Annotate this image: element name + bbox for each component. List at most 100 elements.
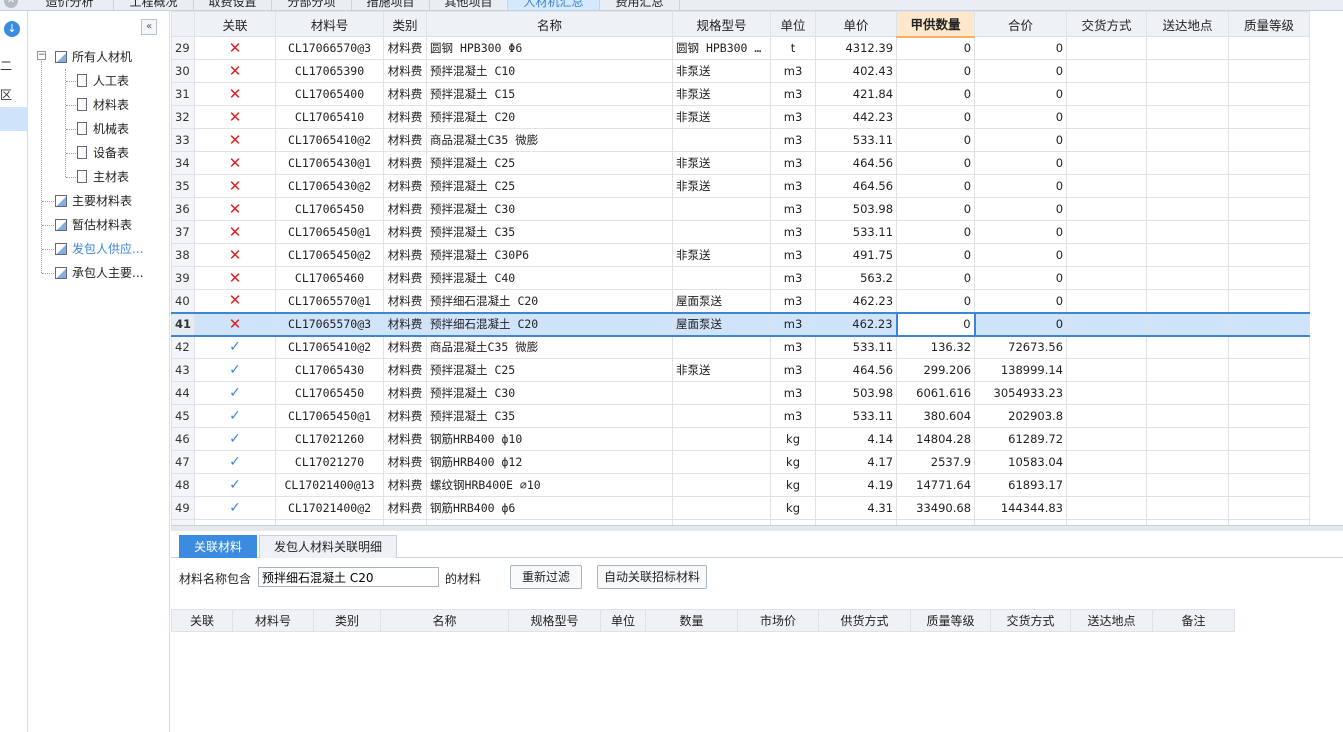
category-cell[interactable]: 材料费 bbox=[383, 243, 428, 267]
link-cell[interactable]: ✕ bbox=[194, 105, 277, 129]
delivery-place-cell[interactable] bbox=[1146, 473, 1230, 497]
row-number[interactable]: 39 bbox=[171, 266, 196, 290]
spec-cell[interactable]: 非泵送 bbox=[672, 174, 772, 198]
lower-col-header[interactable]: 送达地点 bbox=[1070, 609, 1153, 632]
supplied-qty-cell[interactable]: 0 bbox=[896, 105, 976, 129]
price-cell[interactable]: 464.56 bbox=[815, 151, 898, 175]
delivery-method-cell[interactable] bbox=[1066, 105, 1148, 129]
code-cell[interactable]: CL17065450@1 bbox=[275, 220, 385, 244]
total-cell[interactable]: 0 bbox=[974, 36, 1068, 60]
price-cell[interactable]: 533.11 bbox=[815, 404, 898, 428]
row-number[interactable]: 43 bbox=[171, 358, 196, 382]
delivery-place-cell[interactable] bbox=[1146, 59, 1230, 83]
delivery-method-cell[interactable] bbox=[1066, 151, 1148, 175]
unit-cell[interactable]: m3 bbox=[770, 335, 817, 359]
unlinked-x-icon[interactable]: ✕ bbox=[229, 315, 242, 333]
link-cell[interactable]: ✕ bbox=[194, 82, 277, 106]
link-cell[interactable]: ✓ bbox=[194, 358, 277, 382]
unlinked-x-icon[interactable]: ✕ bbox=[229, 108, 242, 126]
quality-cell[interactable] bbox=[1228, 381, 1311, 405]
quality-cell[interactable] bbox=[1228, 427, 1311, 451]
delivery-method-cell[interactable] bbox=[1066, 220, 1148, 244]
delivery-place-cell[interactable] bbox=[1146, 450, 1230, 474]
table-row[interactable]: 35 ✕ CL17065430@2 材料费 预拌混凝土 C25 非泵送 m3 464.56 0 0 bbox=[171, 174, 1311, 198]
category-cell[interactable]: 材料费 bbox=[383, 105, 428, 129]
spec-cell[interactable]: 非泵送 bbox=[672, 59, 772, 83]
supplied-qty-cell[interactable]: 0 bbox=[896, 266, 976, 290]
supplied-qty-cell[interactable]: 14771.64 bbox=[896, 473, 976, 497]
code-cell[interactable]: CL17021270 bbox=[275, 450, 385, 474]
table-row[interactable]: 33 ✕ CL17065410@2 材料费 商品混凝土C35 微膨 m3 533.11 0 0 bbox=[171, 128, 1311, 152]
lower-col-header[interactable]: 质量等级 bbox=[910, 609, 991, 632]
code-cell[interactable]: CL17066570@3 bbox=[275, 36, 385, 60]
total-cell[interactable]: 0 bbox=[974, 105, 1068, 129]
quality-cell[interactable] bbox=[1228, 36, 1311, 60]
spec-cell[interactable]: 非泵送 bbox=[672, 243, 772, 267]
tree-node-equipment[interactable]: 设备表 bbox=[77, 142, 129, 164]
quality-cell[interactable] bbox=[1228, 105, 1311, 129]
delivery-place-cell[interactable] bbox=[1146, 128, 1230, 152]
name-cell[interactable]: 预拌混凝土 C35 bbox=[426, 220, 674, 244]
delivery-method-cell[interactable] bbox=[1066, 266, 1148, 290]
table-row[interactable]: 34 ✕ CL17065430@1 材料费 预拌混凝土 C25 非泵送 m3 464.56 0 0 bbox=[171, 151, 1311, 175]
lower-col-header[interactable]: 规格型号 bbox=[508, 609, 601, 632]
table-row[interactable]: 45 ✓ CL17065450@1 材料费 预拌混凝土 C35 m3 533.11 380.6… bbox=[171, 404, 1311, 428]
code-cell[interactable]: CL17065450 bbox=[275, 381, 385, 405]
left-strip-selected[interactable] bbox=[0, 107, 28, 131]
category-cell[interactable]: 材料费 bbox=[383, 358, 428, 382]
tab-cost-analysis[interactable]: 造价分析 bbox=[26, 0, 114, 10]
link-cell[interactable]: ✕ bbox=[194, 59, 277, 83]
supplied-qty-cell[interactable]: 0 bbox=[896, 59, 976, 83]
unit-cell[interactable]: m3 bbox=[770, 311, 817, 337]
quality-cell[interactable] bbox=[1228, 311, 1311, 337]
code-cell[interactable]: CL17065430@2 bbox=[275, 174, 385, 198]
spec-cell[interactable] bbox=[672, 220, 772, 244]
price-cell[interactable]: 503.98 bbox=[815, 381, 898, 405]
supplied-qty-cell[interactable]: 0 bbox=[896, 82, 976, 106]
code-cell[interactable]: CL17021260 bbox=[275, 427, 385, 451]
col-header-quality[interactable]: 质量等级 bbox=[1228, 11, 1311, 37]
table-row[interactable]: 31 ✕ CL17065400 材料费 预拌混凝土 C15 非泵送 m3 421.84 0 0 bbox=[171, 82, 1311, 106]
tab-project-overview[interactable]: 工程概况 bbox=[114, 0, 194, 10]
total-cell[interactable]: 138999.14 bbox=[974, 358, 1068, 382]
quality-cell[interactable] bbox=[1228, 358, 1311, 382]
spec-cell[interactable] bbox=[672, 128, 772, 152]
price-cell[interactable]: 533.11 bbox=[815, 335, 898, 359]
row-number[interactable]: 49 bbox=[171, 496, 196, 520]
total-cell[interactable]: 0 bbox=[974, 266, 1068, 290]
supplied-qty-cell[interactable]: 299.206 bbox=[896, 358, 976, 382]
price-cell[interactable]: 563.2 bbox=[815, 266, 898, 290]
quality-cell[interactable] bbox=[1228, 450, 1311, 474]
price-cell[interactable]: 4312.39 bbox=[815, 36, 898, 60]
price-cell[interactable]: 503.98 bbox=[815, 197, 898, 221]
row-number[interactable]: 41 bbox=[171, 311, 196, 337]
close-icon[interactable]: ✕ bbox=[4, 0, 18, 8]
name-cell[interactable]: 钢筋HRB400 ф12 bbox=[426, 450, 674, 474]
price-cell[interactable]: 533.11 bbox=[815, 220, 898, 244]
name-cell[interactable]: 商品混凝土C35 微膨 bbox=[426, 128, 674, 152]
delivery-method-cell[interactable] bbox=[1066, 36, 1148, 60]
total-cell[interactable]: 0 bbox=[974, 311, 1068, 337]
unlinked-x-icon[interactable]: ✕ bbox=[229, 269, 242, 287]
unlinked-x-icon[interactable]: ✕ bbox=[229, 131, 242, 149]
download-icon[interactable]: ↓ bbox=[4, 21, 20, 37]
total-cell[interactable]: 202903.8 bbox=[974, 404, 1068, 428]
tree-node-contractor-main[interactable]: 承包人主要... bbox=[55, 262, 143, 284]
total-cell[interactable]: 0 bbox=[974, 151, 1068, 175]
unit-cell[interactable]: kg bbox=[770, 450, 817, 474]
supplied-qty-cell[interactable]: 0 bbox=[896, 36, 976, 60]
link-cell[interactable]: ✕ bbox=[194, 174, 277, 198]
delivery-place-cell[interactable] bbox=[1146, 197, 1230, 221]
table-row[interactable]: 42 ✓ CL17065410@2 材料费 商品混凝土C35 微膨 m3 533.11 136… bbox=[171, 335, 1311, 359]
spec-cell[interactable]: 圆钢 HPB300 … bbox=[672, 36, 772, 60]
linked-check-icon[interactable]: ✓ bbox=[229, 339, 241, 355]
name-cell[interactable]: 预拌混凝土 C10 bbox=[426, 59, 674, 83]
name-cell[interactable]: 预拌混凝土 C30 bbox=[426, 197, 674, 221]
quality-cell[interactable] bbox=[1228, 473, 1311, 497]
price-cell[interactable]: 4.31 bbox=[815, 496, 898, 520]
delivery-place-cell[interactable] bbox=[1146, 289, 1230, 313]
total-cell[interactable]: 61893.17 bbox=[974, 473, 1068, 497]
name-cell[interactable]: 预拌混凝土 C40 bbox=[426, 266, 674, 290]
linked-check-icon[interactable]: ✓ bbox=[229, 362, 241, 378]
category-cell[interactable]: 材料费 bbox=[383, 427, 428, 451]
